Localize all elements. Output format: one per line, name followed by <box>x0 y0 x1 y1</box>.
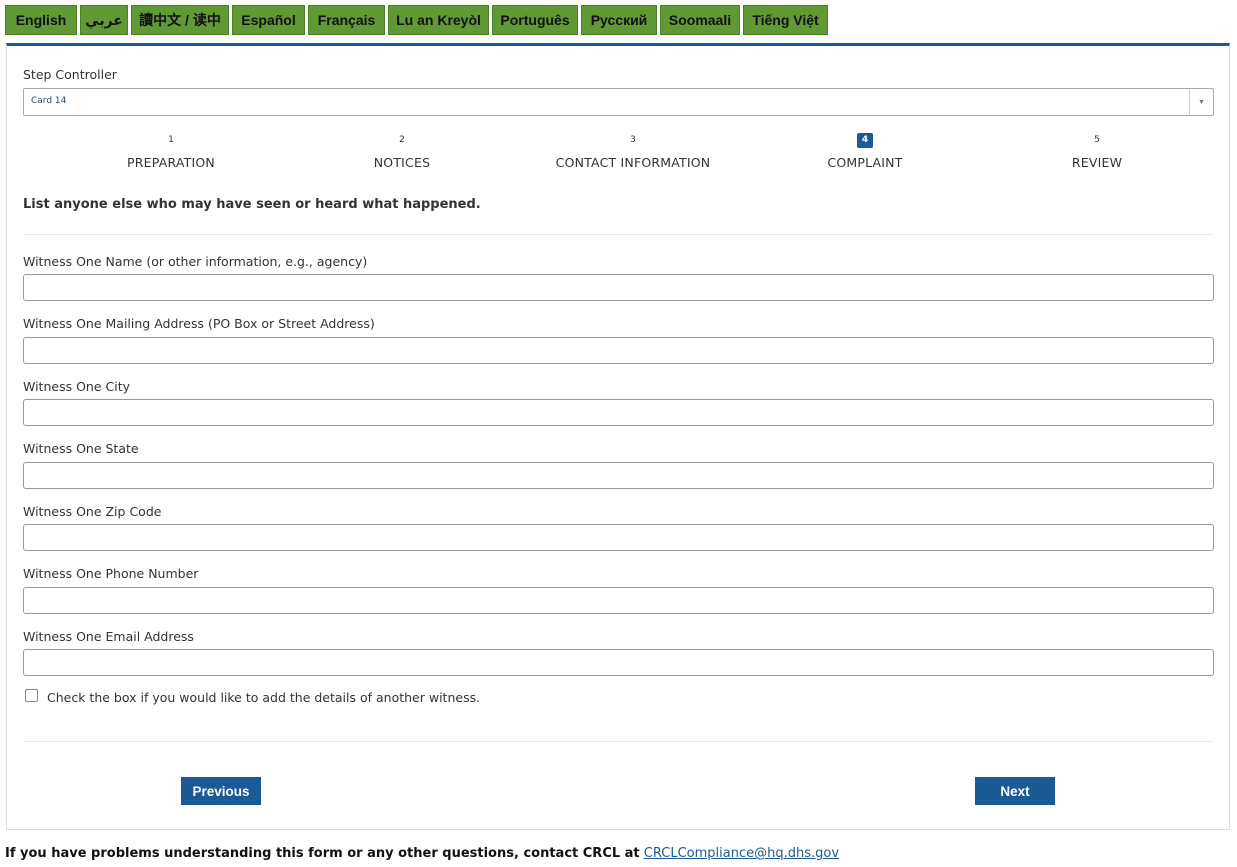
step-number: 2 <box>399 135 405 145</box>
witness-city-label: Witness One City <box>23 379 130 394</box>
witness-address-label: Witness One Mailing Address (PO Box or S… <box>23 316 375 331</box>
step-complaint[interactable]: 4 COMPLAINT <box>745 129 985 170</box>
lang-button-kreyol[interactable]: Lu an Kreyòl <box>388 5 489 35</box>
witness-zip-input[interactable] <box>23 524 1214 551</box>
step-name: COMPLAINT <box>827 155 903 170</box>
help-text: If you have problems understanding this … <box>5 846 640 861</box>
divider <box>23 234 1214 235</box>
step-name: PREPARATION <box>127 155 215 170</box>
step-number-active: 4 <box>857 133 873 148</box>
section-instruction: List anyone else who may have seen or he… <box>23 197 481 212</box>
witness-phone-input[interactable] <box>23 587 1214 614</box>
help-footer: If you have problems understanding this … <box>5 846 839 861</box>
crcl-email-link[interactable]: CRCLCompliance@hq.dhs.gov <box>644 846 839 861</box>
next-button[interactable]: Next <box>975 777 1055 805</box>
lang-button-chinese[interactable]: 讀中文 / 读中 <box>131 5 229 35</box>
step-controller-value: Card 14 <box>31 96 67 106</box>
lang-button-french[interactable]: Français <box>308 5 385 35</box>
step-contact-information[interactable]: 3 CONTACT INFORMATION <box>513 129 753 170</box>
step-notices[interactable]: 2 NOTICES <box>282 129 522 170</box>
witness-state-input[interactable] <box>23 462 1214 489</box>
witness-state-label: Witness One State <box>23 441 139 456</box>
step-name: CONTACT INFORMATION <box>555 155 711 170</box>
witness-city-input[interactable] <box>23 399 1214 426</box>
witness-phone-label: Witness One Phone Number <box>23 566 199 581</box>
witness-email-input[interactable] <box>23 649 1214 676</box>
step-review[interactable]: 5 REVIEW <box>977 129 1217 170</box>
lang-button-portuguese[interactable]: Português <box>492 5 578 35</box>
witness-name-label: Witness One Name (or other information, … <box>23 254 368 269</box>
witness-name-input[interactable] <box>23 274 1214 301</box>
witness-email-label: Witness One Email Address <box>23 629 194 644</box>
step-number: 3 <box>630 135 636 145</box>
chevron-down-icon[interactable]: ▼ <box>1189 89 1213 115</box>
step-controller-label: Step Controller <box>23 67 117 82</box>
progress-steps: 1 PREPARATION 2 NOTICES 3 CONTACT INFORM… <box>23 129 1217 170</box>
step-name: NOTICES <box>373 155 431 170</box>
lang-button-english[interactable]: English <box>5 5 77 35</box>
lang-button-somali[interactable]: Soomaali <box>660 5 740 35</box>
add-witness-label: Check the box if you would like to add t… <box>47 690 481 705</box>
step-name: REVIEW <box>1071 155 1123 170</box>
add-witness-checkbox[interactable] <box>25 689 38 702</box>
lang-button-russian[interactable]: Русский <box>581 5 657 35</box>
witness-zip-label: Witness One Zip Code <box>23 504 162 519</box>
form-card: Step Controller Card 14 ▼ 1 PREPARATION … <box>6 43 1230 830</box>
lang-button-arabic[interactable]: عربي <box>80 5 128 35</box>
step-number: 1 <box>168 135 174 145</box>
step-controller-select[interactable]: Card 14 ▼ <box>23 88 1214 116</box>
step-preparation[interactable]: 1 PREPARATION <box>51 129 291 170</box>
divider <box>23 741 1214 742</box>
witness-address-input[interactable] <box>23 337 1214 364</box>
previous-button[interactable]: Previous <box>181 777 261 805</box>
lang-button-vietnamese[interactable]: Tiếng Việt <box>743 5 828 35</box>
step-number: 5 <box>1094 135 1100 145</box>
lang-button-spanish[interactable]: Español <box>232 5 305 35</box>
language-bar: English عربي 讀中文 / 读中 Español Français L… <box>5 5 828 35</box>
